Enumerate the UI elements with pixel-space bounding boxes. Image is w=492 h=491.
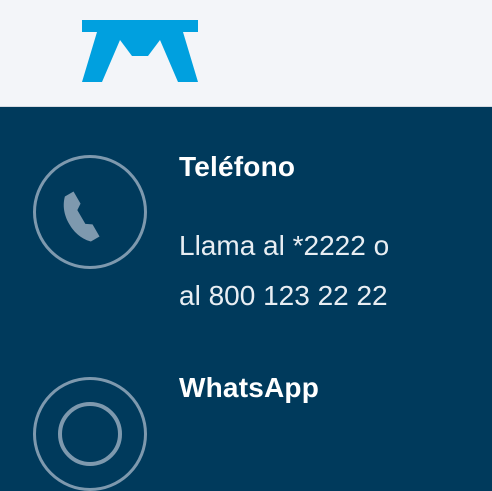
- contact-title: WhatsApp: [179, 372, 320, 403]
- whatsapp-icon: [33, 377, 147, 491]
- header: [0, 0, 492, 107]
- contact-panel: Teléfono Llama al *2222 o al 800 123 22 …: [0, 107, 492, 491]
- telmex-logo-icon[interactable]: [82, 20, 198, 82]
- phone-icon: [33, 155, 147, 269]
- contact-line: Llama al *2222 o: [179, 230, 390, 261]
- contact-line: al 800 123 22 22: [179, 280, 388, 311]
- contact-title: Teléfono: [179, 151, 296, 182]
- contact-description: Llama al *2222 o al 800 123 22 22: [179, 221, 469, 321]
